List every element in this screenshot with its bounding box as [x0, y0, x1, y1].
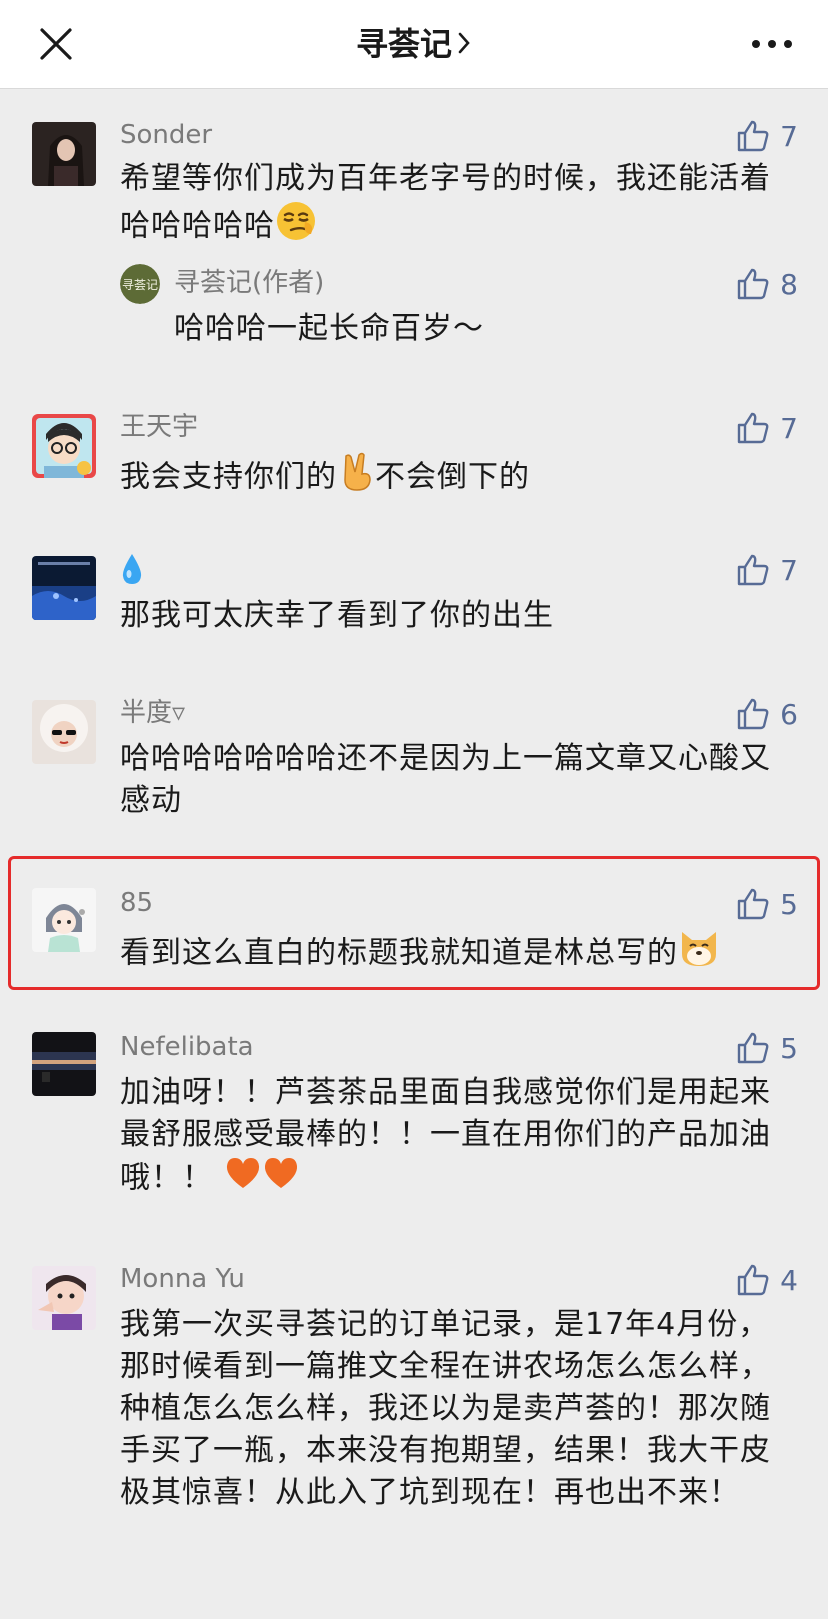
reply-author[interactable]: 寻荟记(作者): [174, 266, 324, 300]
like-button[interactable]: 6: [736, 696, 798, 732]
comment-author[interactable]: Nefelibata: [120, 1030, 254, 1064]
comment-text: 哈哈哈哈哈哈哈还不是因为上一篇文章又心酸又感动: [120, 741, 771, 818]
reply-like-button[interactable]: 8: [736, 266, 798, 302]
comment-text-part: 我会支持你们的: [120, 459, 337, 495]
like-count: 4: [780, 1263, 798, 1297]
thumbs-up-icon: [737, 412, 769, 444]
comment-author[interactable]: 💧: [120, 552, 144, 595]
victory-hand-emoji: [337, 452, 375, 504]
avatar[interactable]: [32, 1266, 96, 1330]
avatar[interactable]: [32, 1032, 96, 1096]
comment-text-part: 不会倒下的: [375, 459, 530, 495]
like-count: 8: [780, 267, 798, 301]
top-bar: 寻荟记: [0, 0, 828, 89]
thumbs-up-icon: [737, 1032, 769, 1064]
comment-author[interactable]: Monna Yu: [120, 1262, 245, 1296]
thumbs-up-icon: [737, 888, 769, 920]
author-avatar[interactable]: 寻荟记: [120, 264, 160, 304]
like-count: 7: [780, 411, 798, 445]
comment-text-content: 希望等你们成为百年老字号的时候，我还能活着哈哈哈哈哈: [120, 161, 771, 244]
comment-text: 看到这么直白的标题我就知道是林总写的: [120, 928, 800, 980]
comment-text: 那我可太庆幸了看到了你的出生: [120, 598, 554, 633]
like-count: 5: [780, 887, 798, 921]
smirk-emoji: [275, 200, 317, 254]
thumbs-up-icon: [737, 120, 769, 152]
thumbs-up-icon: [737, 1264, 769, 1296]
heart-emoji: [224, 1156, 262, 1202]
comment-author[interactable]: 85: [120, 886, 153, 920]
like-button[interactable]: 7: [736, 410, 798, 446]
reply-text: 哈哈哈一起长命百岁～: [174, 311, 484, 346]
comment-text-content: 看到这么直白的标题我就知道是林总写的: [120, 935, 678, 971]
like-button[interactable]: 5: [736, 1030, 798, 1066]
thumbs-up-icon: [737, 698, 769, 730]
like-count: 6: [780, 697, 798, 731]
page-title[interactable]: 寻荟记: [0, 22, 828, 68]
comment-author[interactable]: Sonder: [120, 118, 212, 152]
comment-text-content: 加油呀！！芦荟茶品里面自我感觉你们是用起来最舒服感受最棒的！！一直在用你们的产品…: [120, 1075, 771, 1196]
page-title-text: 寻荟记: [355, 25, 452, 63]
comment-text: 我第一次买寻荟记的订单记录，是17年4月份，那时候看到一篇推文全程在讲农场怎么怎…: [120, 1307, 771, 1510]
comment-author[interactable]: 王天宇: [120, 410, 198, 444]
comment-text: 我会支持你们的 不会倒下的: [120, 452, 800, 504]
svg-text:寻荟记: 寻荟记: [122, 278, 158, 292]
thumbs-up-icon: [737, 554, 769, 586]
like-count: 7: [780, 553, 798, 587]
like-button[interactable]: 5: [736, 886, 798, 922]
avatar[interactable]: [32, 556, 96, 620]
chevron-right-icon: [456, 24, 472, 68]
heart-emoji: [262, 1156, 300, 1202]
comment-text: 加油呀！！芦荟茶品里面自我感觉你们是用起来最舒服感受最棒的！！一直在用你们的产品…: [120, 1072, 800, 1202]
like-button[interactable]: 7: [736, 118, 798, 154]
thumbs-up-icon: [737, 268, 769, 300]
more-icon[interactable]: [750, 30, 794, 58]
comment-author[interactable]: 半度▿: [120, 696, 185, 730]
like-count: 5: [780, 1031, 798, 1065]
like-button[interactable]: 7: [736, 552, 798, 588]
comment-text: 希望等你们成为百年老字号的时候，我还能活着哈哈哈哈哈: [120, 158, 800, 254]
like-count: 7: [780, 119, 798, 153]
avatar[interactable]: [32, 122, 96, 186]
avatar[interactable]: [32, 700, 96, 764]
like-button[interactable]: 4: [736, 1262, 798, 1298]
dog-face-emoji: [678, 928, 720, 980]
avatar[interactable]: [32, 888, 96, 952]
water-drop-emoji: [120, 552, 144, 595]
avatar[interactable]: [32, 414, 96, 478]
